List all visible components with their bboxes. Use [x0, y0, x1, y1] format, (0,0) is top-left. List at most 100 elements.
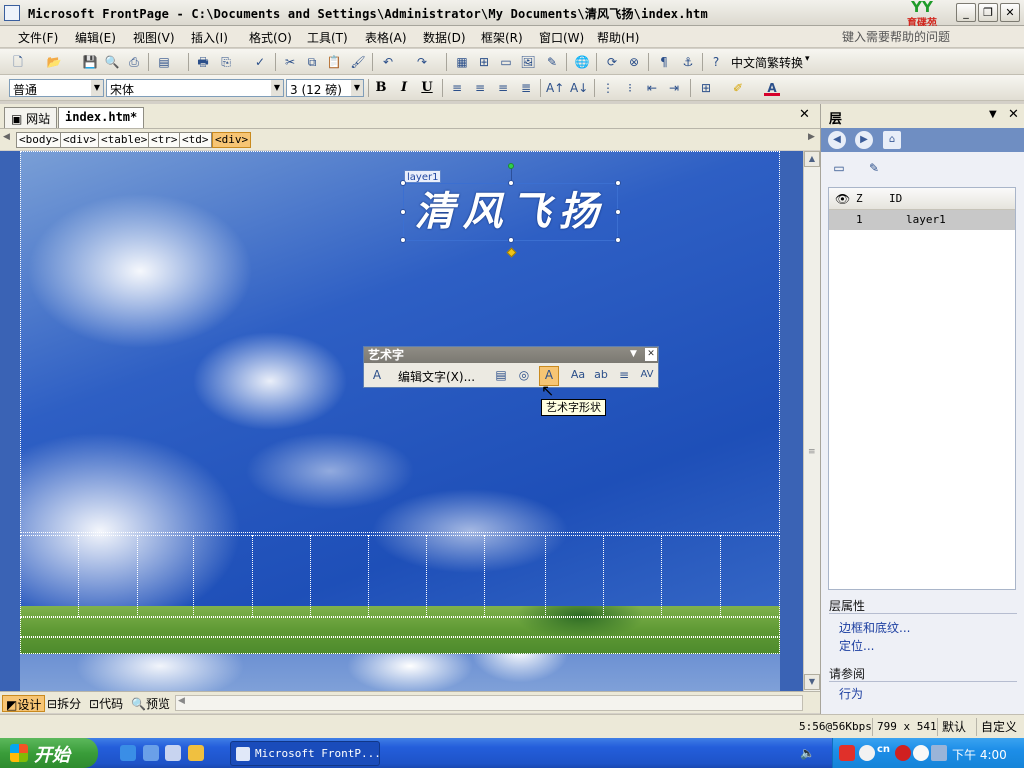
toggle-pane-icon[interactable]: ▤ — [156, 54, 172, 70]
tray-cn-icon[interactable]: cn — [877, 744, 890, 755]
layer-label[interactable]: layer1 — [404, 170, 442, 183]
wordart-title[interactable]: 清风飞扬 — [403, 183, 618, 241]
tray-record-icon[interactable] — [895, 745, 911, 761]
resize-handle[interactable] — [400, 180, 406, 186]
wordart-toolbar-title[interactable]: 艺术字 — [364, 347, 658, 363]
layer-list[interactable]: 👁 Z ID 1 layer1 — [828, 187, 1016, 590]
wordart-gallery-icon[interactable]: ▤ — [493, 367, 509, 383]
tag-div[interactable]: <div> — [60, 132, 100, 148]
menu-table[interactable]: 表格(A) — [365, 29, 407, 46]
close-doc-icon[interactable]: ✕ — [799, 107, 810, 122]
resize-handle[interactable] — [615, 209, 621, 215]
style-select[interactable]: 普通 ▼ — [9, 79, 104, 97]
chinese-convert-button[interactable]: 中文简繁转换 — [731, 54, 803, 71]
resize-handle[interactable] — [615, 237, 621, 243]
taskbar-frontpage[interactable]: Microsoft FrontP... — [230, 741, 381, 766]
tab-split[interactable]: ⊟拆分 — [44, 695, 84, 712]
underline-button[interactable]: U — [418, 79, 436, 97]
scroll-up-icon[interactable]: ▲ — [804, 151, 820, 167]
column-z[interactable]: Z — [856, 192, 863, 205]
clock[interactable]: 下午 4:00 — [952, 746, 1007, 763]
open-icon[interactable]: 📂 — [46, 54, 62, 70]
resize-handle[interactable] — [615, 180, 621, 186]
tab-code[interactable]: ⊡代码 — [86, 695, 126, 712]
tag-scroll-left-icon[interactable]: ◀ — [3, 132, 10, 142]
grow-font-icon[interactable]: A↑ — [546, 80, 564, 96]
character-spacing-icon[interactable]: AV — [639, 367, 655, 383]
pane-close-icon[interactable]: ✕ — [1008, 107, 1019, 122]
menu-data[interactable]: 数据(D) — [423, 29, 466, 46]
mode-default[interactable]: 默认 — [937, 718, 970, 736]
font-size-select[interactable]: 3 (12 磅) ▼ — [286, 79, 364, 97]
vertical-text-icon[interactable]: ab — [593, 367, 609, 383]
scroll-left-icon[interactable]: ◀ — [178, 696, 185, 706]
ie-quicklaunch-icon[interactable] — [143, 745, 159, 761]
chevron-down-icon[interactable]: ▾ — [805, 54, 810, 64]
decrease-indent-icon[interactable]: ⇤ — [644, 80, 660, 96]
stop-icon[interactable]: ⊗ — [626, 54, 642, 70]
web-component-icon[interactable]: ▦ — [454, 54, 470, 70]
menu-edit[interactable]: 编辑(E) — [75, 29, 116, 46]
scroll-down-icon[interactable]: ▼ — [804, 674, 820, 690]
back-icon[interactable]: ◀ — [828, 131, 846, 149]
column-id[interactable]: ID — [889, 192, 902, 205]
same-letter-heights-icon[interactable]: Aa — [570, 367, 586, 383]
minimize-button[interactable]: _ — [956, 3, 976, 22]
align-left-icon[interactable]: ≡ — [449, 80, 465, 96]
eye-icon[interactable]: 👁 — [835, 192, 850, 206]
page-size[interactable]: 799 x 541 — [872, 718, 941, 736]
italic-button[interactable]: I — [395, 79, 413, 97]
insert-layer-icon[interactable]: ▭ — [498, 54, 514, 70]
tray-clock-icon[interactable] — [913, 745, 929, 761]
tray-network-icon[interactable] — [859, 745, 875, 761]
increase-indent-icon[interactable]: ⇥ — [666, 80, 682, 96]
refresh-icon[interactable]: ⟳ — [604, 54, 620, 70]
layer-row[interactable]: 1 layer1 — [829, 210, 1015, 230]
redo-icon[interactable]: ↷ — [414, 54, 430, 70]
menu-tools[interactable]: 工具(T) — [307, 29, 348, 46]
font-color-icon[interactable]: A — [764, 80, 780, 96]
design-canvas[interactable] — [0, 151, 803, 691]
search-icon[interactable]: 🔍 — [104, 54, 120, 70]
cut-icon[interactable]: ✂ — [282, 54, 298, 70]
copy-icon[interactable]: ⧉ — [304, 54, 320, 70]
tag-scroll-right-icon[interactable]: ▶ — [808, 132, 815, 142]
tab-website[interactable]: ▣ 网站 — [4, 107, 58, 128]
help-icon[interactable]: ? — [708, 54, 724, 70]
frontpage-quicklaunch-icon[interactable] — [188, 745, 204, 761]
home-icon[interactable]: ⌂ — [883, 131, 901, 149]
paste-icon[interactable]: 📋 — [326, 54, 342, 70]
tray-ime-icon[interactable] — [931, 745, 947, 761]
scroll-thumb-grip[interactable]: ≡ — [808, 447, 816, 457]
publish-icon[interactable]: ⎙ — [126, 54, 142, 70]
tray-app-icon[interactable] — [839, 745, 855, 761]
horizontal-scrollbar[interactable]: ◀ — [175, 695, 803, 711]
edit-text-button[interactable]: 编辑文字(X)... — [398, 368, 475, 385]
resize-handle[interactable] — [400, 209, 406, 215]
hyperlink-icon[interactable]: 🌐 — [574, 54, 590, 70]
ie-icon[interactable] — [120, 745, 136, 761]
insert-wordart-icon[interactable]: A — [369, 367, 385, 383]
tag-body[interactable]: <body> — [16, 132, 62, 148]
tab-index[interactable]: index.htm* — [58, 107, 145, 128]
show-desktop-icon[interactable] — [165, 745, 181, 761]
close-toolbar-icon[interactable]: ✕ — [645, 348, 657, 361]
numbering-icon[interactable]: ⋮ — [600, 80, 616, 96]
vertical-scrollbar[interactable]: ▲ ≡ ▼ — [803, 151, 820, 691]
borders-shading-link[interactable]: 边框和底纹... — [839, 619, 910, 636]
menu-file[interactable]: 文件(F) — [18, 29, 58, 46]
print-icon[interactable]: 🖶 — [195, 54, 211, 70]
shrink-font-icon[interactable]: A↓ — [570, 80, 588, 96]
menu-view[interactable]: 视图(V) — [133, 29, 175, 46]
restore-button[interactable]: ❐ — [978, 3, 998, 22]
mode-custom[interactable]: 自定义 — [976, 718, 1021, 736]
tag-table[interactable]: <table> — [98, 132, 151, 148]
preview-icon[interactable]: ⎘ — [218, 54, 234, 70]
tab-design[interactable]: ◩设计 — [2, 695, 46, 712]
draw-layer-icon[interactable]: ✎ — [866, 160, 882, 176]
resize-handle[interactable] — [508, 180, 514, 186]
behaviors-link[interactable]: 行为 — [839, 685, 863, 702]
font-select[interactable]: 宋体 ▼ — [106, 79, 284, 97]
speaker-icon[interactable]: 🔈 — [800, 746, 815, 760]
undo-icon[interactable]: ↶ — [380, 54, 396, 70]
